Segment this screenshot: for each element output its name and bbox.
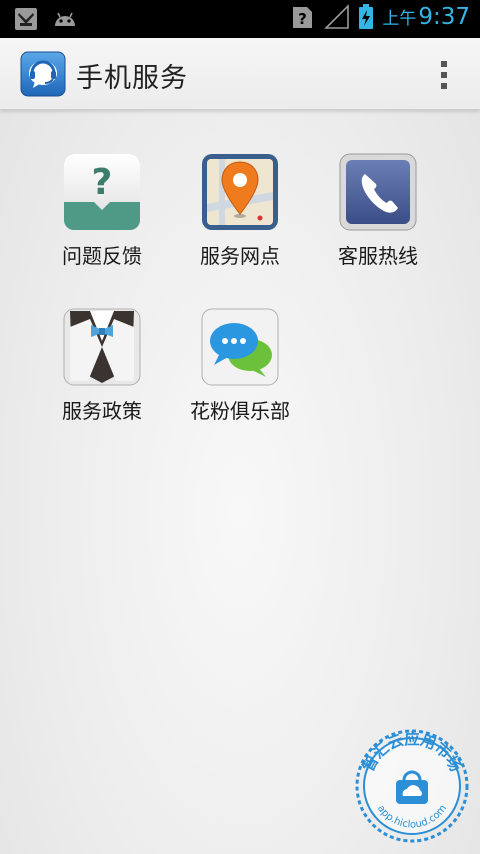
svg-text:?: ? xyxy=(298,10,307,28)
headset-chat-icon[interactable] xyxy=(20,51,66,97)
grid-label: 服务政策 xyxy=(62,399,142,423)
grid-label: 服务网点 xyxy=(200,244,280,268)
clock-ampm: 上午 xyxy=(382,9,417,29)
grid-item-hotline[interactable]: 客服热线 xyxy=(313,152,443,282)
svg-text:?: ? xyxy=(92,162,113,203)
phone-icon xyxy=(339,153,417,231)
clock-time: 9:37 xyxy=(418,4,470,30)
grid-label: 客服热线 xyxy=(338,244,418,268)
map-pin-icon xyxy=(202,154,278,230)
signal-icon xyxy=(324,4,350,29)
grid-label: 花粉俱乐部 xyxy=(190,399,290,423)
grid-item-fan-club[interactable]: 花粉俱乐部 xyxy=(175,307,305,437)
chat-bubbles-icon xyxy=(201,308,279,386)
battery-charging-icon xyxy=(359,4,374,29)
status-clock: 上午 9:37 xyxy=(382,4,470,30)
grid-item-feedback[interactable]: ? 问题反馈 xyxy=(37,152,167,282)
tuxedo-icon xyxy=(63,308,141,386)
grid-item-service-outlets[interactable]: 服务网点 xyxy=(175,152,305,282)
grid-label: 问题反馈 xyxy=(62,244,142,268)
watermark-logo: 智汇云应用市场 app.hicloud.com xyxy=(355,729,469,843)
notification-icon xyxy=(15,8,37,30)
status-bar: ? 上午 9:37 xyxy=(0,0,480,38)
action-bar: 手机服务 xyxy=(0,38,480,110)
unknown-sim-icon: ? xyxy=(293,7,313,28)
overflow-menu-icon[interactable] xyxy=(434,58,454,92)
page-title: 手机服务 xyxy=(76,63,188,94)
grid-item-service-policy[interactable]: 服务政策 xyxy=(37,307,167,437)
android-icon xyxy=(55,12,75,26)
question-bubble-icon: ? xyxy=(64,154,140,230)
